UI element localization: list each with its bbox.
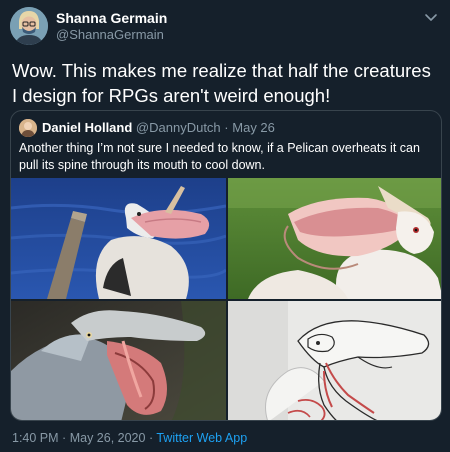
media-grid bbox=[11, 178, 441, 420]
pelican-photo-2[interactable] bbox=[228, 178, 441, 299]
chevron-down-icon bbox=[425, 14, 437, 21]
pelican-diagram[interactable] bbox=[228, 301, 441, 420]
tweet-date[interactable]: May 26, 2020 bbox=[70, 431, 146, 445]
quoted-header: Daniel Holland @DannyDutch · May 26 bbox=[42, 120, 275, 135]
pelican-photo-3[interactable] bbox=[11, 301, 226, 420]
meta-separator: · bbox=[62, 431, 67, 445]
quoted-tweet[interactable]: Daniel Holland @DannyDutch · May 26 Anot… bbox=[10, 110, 442, 421]
pelican-photo-1[interactable] bbox=[11, 178, 226, 299]
quoted-author-name: Daniel Holland bbox=[42, 120, 133, 135]
author-handle[interactable]: @ShannaGermain bbox=[56, 27, 164, 42]
tweet-time[interactable]: 1:40 PM bbox=[12, 431, 59, 445]
quoted-date: May 26 bbox=[232, 120, 275, 135]
tweet-menu-button[interactable] bbox=[422, 8, 440, 26]
tweet-source-link[interactable]: Twitter Web App bbox=[156, 431, 247, 445]
quoted-text: Another thing I’m not sure I needed to k… bbox=[19, 141, 420, 172]
tweet-avatar[interactable] bbox=[10, 7, 48, 45]
quoted-avatar bbox=[19, 119, 37, 137]
author-name[interactable]: Shanna Germain bbox=[56, 10, 167, 26]
quoted-separator: · bbox=[224, 120, 229, 135]
meta-separator-2: · bbox=[148, 431, 154, 445]
tweet-text: Wow. This makes me realize that half the… bbox=[12, 60, 431, 106]
tweet-meta: 1:40 PM · May 26, 2020 · Twitter Web App bbox=[12, 431, 247, 445]
quoted-author-handle: @DannyDutch bbox=[135, 120, 221, 135]
